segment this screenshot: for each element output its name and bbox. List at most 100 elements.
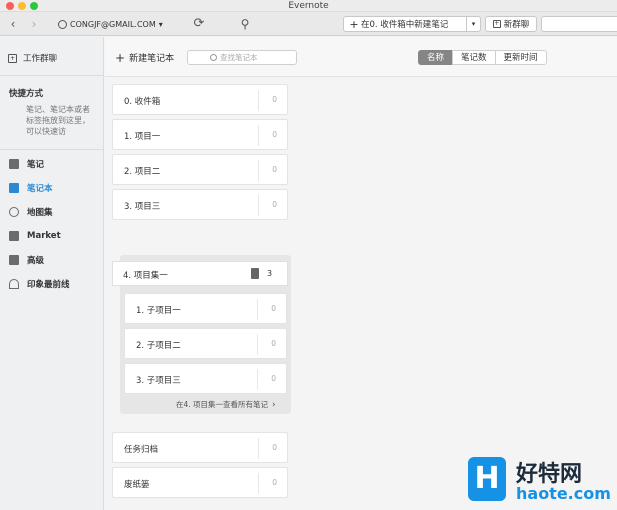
premium-icon <box>9 255 19 265</box>
view-all-label: 在4. 项目集一查看所有笔记 <box>176 400 269 409</box>
notebook-name: 3. 子项目三 <box>136 376 181 386</box>
sidebar-item-premium[interactable]: 高级 <box>9 253 44 267</box>
notebook-search-input[interactable]: 查找笔记本 <box>187 50 297 65</box>
new-chat-label: 新群聊 <box>503 20 530 30</box>
notebook-count: 0 <box>272 443 277 452</box>
notebook-count: 0 <box>271 304 276 313</box>
pin-icon[interactable]: ⚲ <box>238 16 252 32</box>
notebook-icon <box>9 183 19 193</box>
notebook-name: 2. 子项目二 <box>136 341 181 351</box>
notebook-name: 3. 项目三 <box>124 202 161 212</box>
sidebar: + 工作群聊 快捷方式 笔记、笔记本或者标签拖放到这里，可以快速访 笔记 笔记本… <box>0 37 104 510</box>
search-icon <box>210 54 217 61</box>
sidebar-item-label: 笔记 <box>27 160 45 170</box>
work-chat-label: 工作群聊 <box>23 54 58 64</box>
notebook-name: 0. 收件箱 <box>124 97 161 107</box>
sidebar-item-label: 笔记本 <box>27 184 53 194</box>
new-note-label: 在0. 收件箱中新建笔记 <box>361 20 449 30</box>
sidebar-item-label: Market <box>27 231 61 241</box>
frontline-icon <box>9 279 19 289</box>
notebook-name: 任务归档 <box>124 445 159 455</box>
sync-icon[interactable]: ⟳ <box>192 17 206 31</box>
notebook-count: 0 <box>272 478 277 487</box>
sidebar-divider <box>0 149 104 150</box>
plus-icon: + <box>115 50 126 65</box>
stack-notebook-card[interactable]: 1. 子项目一 0 <box>124 293 287 324</box>
new-chat-button[interactable]: + 新群聊 <box>485 16 537 32</box>
card-divider <box>258 195 259 216</box>
stack-count: 3 <box>267 269 273 278</box>
notebook-name: 2. 项目二 <box>124 167 161 177</box>
sidebar-item-market[interactable]: Market <box>9 229 61 243</box>
sidebar-divider <box>0 75 104 76</box>
notebooks-header: + 新建笔记本 查找笔记本 名称 笔记数 更新时间 <box>105 37 617 77</box>
notebook-card[interactable]: 0. 收件箱 0 <box>112 84 288 115</box>
new-chat-icon: + <box>492 20 501 28</box>
new-notebook-label: 新建笔记本 <box>129 54 175 64</box>
shortcuts-hint: 笔记、笔记本或者标签拖放到这里，可以快速访 <box>26 105 90 136</box>
notebook-name: 废纸篓 <box>124 480 150 490</box>
forward-arrow-icon[interactable]: › <box>28 17 40 31</box>
sidebar-item-notebooks[interactable]: 笔记本 <box>9 181 53 195</box>
sidebar-item-atlas[interactable]: 地图集 <box>9 205 53 219</box>
plus-icon: + <box>349 17 359 31</box>
chevron-right-icon: › <box>272 400 276 410</box>
stack-notebook-card[interactable]: 2. 子项目二 0 <box>124 328 287 359</box>
notebook-count: 0 <box>271 374 276 383</box>
watermark-domain: haote.com <box>516 484 611 503</box>
sidebar-item-notes[interactable]: 笔记 <box>9 157 44 171</box>
new-note-dropdown[interactable]: ▾ <box>466 17 480 31</box>
card-divider <box>258 473 259 494</box>
card-divider <box>257 299 258 320</box>
account-email: CONGJF@GMAIL.COM <box>70 19 156 29</box>
new-notebook-button[interactable]: + 新建笔记本 <box>115 50 175 65</box>
chat-icon: + <box>8 53 17 63</box>
search-placeholder: 查找笔记本 <box>220 53 258 62</box>
notebook-card[interactable]: 1. 项目一 0 <box>112 119 288 150</box>
notebook-card[interactable]: 任务归档 0 <box>112 432 288 463</box>
atlas-icon <box>9 207 19 217</box>
notebook-card[interactable]: 3. 项目三 0 <box>112 189 288 220</box>
market-icon <box>9 231 19 241</box>
stack-name: 4. 项目集一 <box>123 271 168 281</box>
chevron-down-icon: ▾ <box>158 19 163 29</box>
sidebar-item-label: 印象最前线 <box>27 280 70 290</box>
notebook-count: 0 <box>272 95 277 104</box>
card-divider <box>258 90 259 111</box>
sort-by-note-count[interactable]: 笔记数 <box>452 50 496 65</box>
notebook-name: 1. 项目一 <box>124 132 161 142</box>
stack-header[interactable]: 4. 项目集一 3 <box>112 261 288 286</box>
notebook-name: 1. 子项目一 <box>136 306 181 316</box>
notebook-count: 0 <box>272 200 277 209</box>
view-all-stack-notes-link[interactable]: 在4. 项目集一查看所有笔记 › <box>176 399 276 410</box>
notebook-count: 0 <box>272 130 277 139</box>
title-bar: Evernote <box>0 0 617 12</box>
note-icon <box>9 159 19 169</box>
sort-by-name[interactable]: 名称 <box>418 50 454 65</box>
sidebar-item-label: 高级 <box>27 256 45 266</box>
window-title: Evernote <box>288 1 329 11</box>
notebook-count: 0 <box>271 339 276 348</box>
stack-icon <box>251 268 259 279</box>
card-divider <box>257 334 258 355</box>
card-divider <box>258 160 259 181</box>
back-arrow-icon[interactable]: ‹ <box>7 17 19 31</box>
shortcuts-heading: 快捷方式 <box>9 89 44 99</box>
stack-notebook-card[interactable]: 3. 子项目三 0 <box>124 363 287 394</box>
card-divider <box>258 438 259 459</box>
notebook-card[interactable]: 2. 项目二 0 <box>112 154 288 185</box>
sidebar-item-label: 地图集 <box>27 208 53 218</box>
user-icon <box>58 19 67 29</box>
sort-by-updated[interactable]: 更新时间 <box>494 50 547 65</box>
watermark: H 好特网 haote.com <box>466 455 617 510</box>
notebook-count: 0 <box>272 165 277 174</box>
watermark-logo: H <box>468 457 506 501</box>
notebook-card[interactable]: 废纸篓 0 <box>112 467 288 498</box>
work-chat-button[interactable]: + 工作群聊 <box>8 52 57 64</box>
account-menu[interactable]: CONGJF@GMAIL.COM ▾ <box>58 18 163 30</box>
toolbar: ‹ › CONGJF@GMAIL.COM ▾ ⟳ ⚲ + 在0. 收件箱中新建笔… <box>0 12 617 36</box>
card-divider <box>257 369 258 390</box>
sidebar-item-frontline[interactable]: 印象最前线 <box>9 277 70 291</box>
global-search-input[interactable] <box>541 16 617 32</box>
new-note-button[interactable]: + 在0. 收件箱中新建笔记 ▾ <box>343 16 481 32</box>
